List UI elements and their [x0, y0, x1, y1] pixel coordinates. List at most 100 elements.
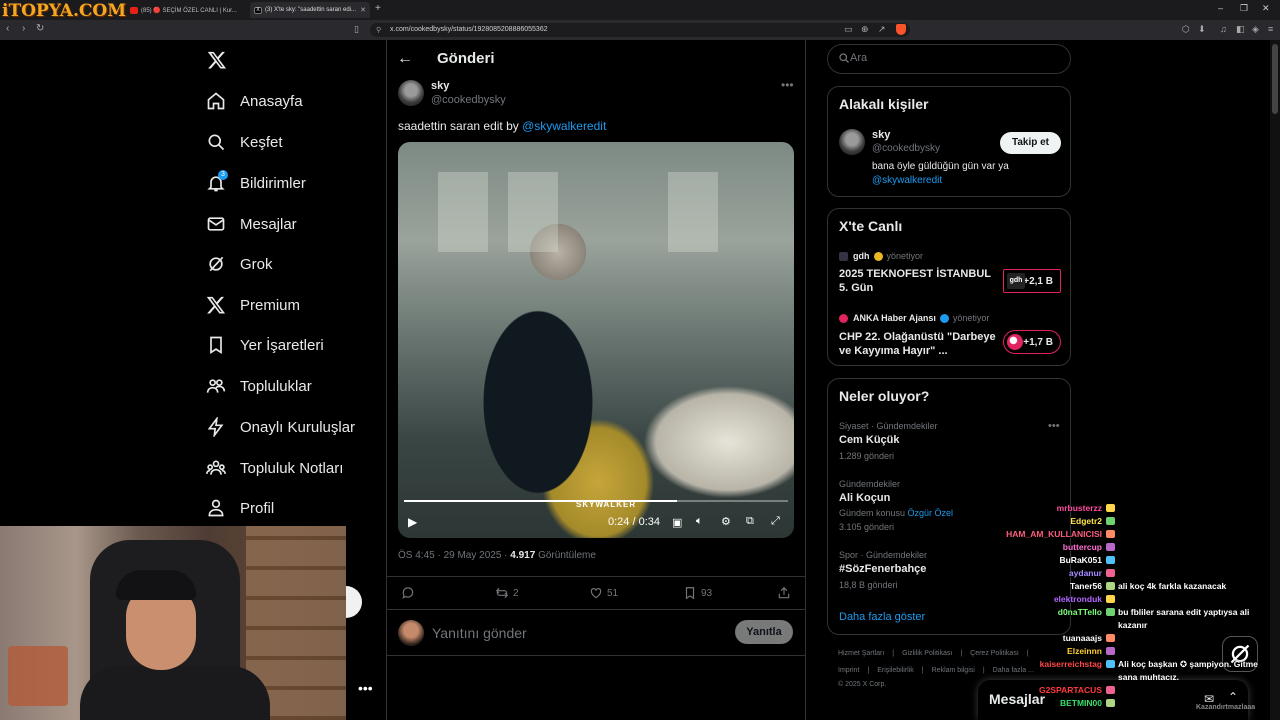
back-arrow-icon[interactable]: ← — [397, 50, 413, 68]
trend-name[interactable]: Cem Küçük — [839, 434, 900, 446]
nav-explore[interactable]: Keşfet — [206, 127, 283, 157]
nav-premium[interactable]: Premium — [206, 290, 300, 320]
brave-shield-icon[interactable] — [896, 24, 906, 35]
related-name[interactable]: sky — [872, 129, 890, 141]
related-handle[interactable]: @cookedbysky — [872, 143, 940, 154]
share-action[interactable] — [777, 586, 795, 600]
search-input[interactable] — [850, 52, 1050, 64]
browser-tab-x[interactable]: X (3) X'te sky: "saadettin saran edi... … — [250, 2, 370, 18]
close-window-icon[interactable]: ✕ — [1262, 3, 1270, 14]
related-avatar[interactable] — [839, 129, 865, 155]
nav-profile[interactable]: Profil — [206, 493, 274, 523]
author-name[interactable]: sky — [431, 80, 449, 92]
bookmark-page-icon[interactable]: ▯ — [354, 24, 359, 35]
live-listeners-pill[interactable]: gdh +2,1 B — [1003, 269, 1061, 293]
nav-grok[interactable]: Grok — [206, 249, 273, 279]
site-info-icon[interactable]: ⚲ — [376, 26, 381, 34]
author-avatar[interactable] — [398, 80, 424, 106]
nav-label: Onaylı Kuruluşlar — [240, 418, 356, 436]
play-icon[interactable]: ▶ — [408, 515, 417, 529]
footer-link[interactable]: Gizlilik Politikası — [902, 650, 952, 657]
live-title[interactable]: CHP 22. Olağanüstü "Darbeye ve Kayyıma H… — [839, 330, 999, 358]
volume-icon[interactable]: 🔈︎ — [696, 515, 703, 528]
chat-message: BuRaK051 — [990, 554, 1260, 567]
sidebar-toggle-icon[interactable]: ◧ — [1236, 24, 1245, 35]
mention-link[interactable]: @skywalkeredit — [522, 119, 606, 133]
more-menu-tab[interactable] — [346, 586, 362, 618]
card-title: Alakalı kişiler — [839, 96, 929, 112]
more-options-icon[interactable]: ••• — [358, 680, 373, 696]
live-card: X'te Canlı gdh yönetiyor 2025 TEKNOFEST … — [827, 208, 1071, 366]
wallet-icon[interactable]: ◈ — [1252, 24, 1259, 35]
streamer-webcam — [0, 526, 346, 720]
close-tab-icon[interactable]: ✕ — [237, 6, 242, 14]
reply-action[interactable] — [401, 586, 419, 600]
reload-icon[interactable]: ↻ — [36, 23, 44, 34]
show-more-link[interactable]: Daha fazla göster — [839, 611, 925, 623]
nav-label: Topluluk Notları — [240, 459, 344, 477]
new-tab-button[interactable]: + — [375, 3, 381, 14]
media-icon[interactable]: ♫ — [1220, 24, 1227, 34]
zoom-icon[interactable]: ⊕ — [861, 24, 869, 35]
live-title[interactable]: 2025 TEKNOFEST İSTANBUL 5. Gün — [839, 267, 999, 295]
live-host[interactable]: gdh yönetiyor — [839, 251, 923, 261]
chat-username: Edgetr2 — [1070, 516, 1102, 526]
extensions-icon[interactable]: ⬡ — [1182, 24, 1190, 35]
trend-name[interactable]: #SözFenerbahçe — [839, 563, 926, 575]
post-more-icon[interactable]: ••• — [781, 78, 794, 92]
minimize-icon[interactable]: – — [1218, 3, 1223, 13]
streamer-cap — [116, 570, 196, 600]
search-box[interactable] — [827, 44, 1071, 74]
nav-bookmarks[interactable]: Yer İşaretleri — [206, 330, 324, 360]
fullscreen-icon[interactable]: ⤢ — [771, 515, 780, 528]
repost-action[interactable]: 2 — [495, 586, 519, 600]
picture-in-picture-icon[interactable]: ⧉ — [746, 515, 754, 528]
bookmark-action[interactable]: 93 — [683, 586, 712, 600]
nav-community-notes[interactable]: Topluluk Notları — [206, 453, 343, 483]
menu-icon[interactable]: ≡ — [1268, 24, 1273, 34]
trend-context-link[interactable]: Özgür Özel — [908, 508, 954, 518]
reply-button[interactable]: Yanıtla — [735, 620, 793, 644]
scrollbar-thumb[interactable] — [1272, 44, 1278, 114]
video-player[interactable]: SKYWALKER ▶ 0:24 / 0:34 ▣ 🔈︎ ⚙ ⧉ ⤢ — [398, 142, 794, 538]
nav-communities[interactable]: Topluluklar — [206, 371, 312, 401]
anka-icon — [839, 313, 848, 323]
footer-link[interactable]: Hizmet Şartları — [838, 650, 884, 657]
chat-username: BuRaK051 — [1059, 555, 1102, 565]
page-scrollbar[interactable] — [1270, 40, 1280, 720]
nav-home[interactable]: Anasayfa — [206, 86, 303, 116]
nav-messages[interactable]: Mesajlar — [206, 209, 297, 239]
bio-mention-link[interactable]: @skywalkeredit — [872, 175, 942, 186]
footer-link[interactable]: Erişilebilirlik — [877, 667, 914, 674]
forward-nav-icon[interactable]: › — [22, 23, 25, 34]
restore-icon[interactable]: ❐ — [1240, 3, 1248, 14]
author-handle[interactable]: @cookedbysky — [431, 94, 506, 106]
browser-tab-youtube[interactable]: (85) 🔴 SEÇİM ÖZEL CANLI | Kur... ✕ — [126, 2, 242, 18]
chat-message: d0naTTello bu fbliler sarana edit yaptıys… — [990, 606, 1260, 632]
follow-button[interactable]: Takip et — [1000, 132, 1061, 154]
video-progress-bar[interactable] — [404, 500, 788, 502]
nav-notifications[interactable]: 3 Bildirimler — [206, 168, 306, 198]
like-action[interactable]: 51 — [589, 586, 618, 600]
captions-icon[interactable]: ▣ — [672, 516, 682, 529]
share-icon[interactable]: ↗ — [878, 24, 886, 35]
trend-more-icon[interactable]: ••• — [1048, 420, 1060, 432]
live-listeners-pill[interactable]: +1,7 B — [1003, 330, 1061, 354]
chat-username: G2SPARTACUS — [1039, 685, 1102, 695]
footer-link[interactable]: Imprint — [838, 667, 859, 674]
close-tab-icon[interactable]: ✕ — [356, 6, 366, 14]
reply-input[interactable]: Yanıtını gönder — [432, 625, 527, 641]
downloads-icon[interactable]: ⬇ — [1198, 24, 1206, 35]
settings-gear-icon[interactable]: ⚙ — [721, 515, 731, 528]
footer-link[interactable]: Reklam bilgisi — [932, 667, 975, 674]
x-logo-icon[interactable] — [206, 50, 228, 70]
trend-name[interactable]: Ali Koçun — [839, 492, 890, 504]
back-nav-icon[interactable]: ‹ — [6, 23, 9, 34]
host-role: yönetiyor — [886, 251, 924, 261]
nav-verified-orgs[interactable]: Onaylı Kuruluşlar — [206, 412, 355, 442]
post-timestamp[interactable]: ÖS 4:45 · 29 May 2025 · — [398, 550, 510, 561]
live-host[interactable]: ANKA Haber Ajansı yönetiyor — [839, 313, 989, 323]
url-field[interactable]: ⚲ x.com/cookedbysky/status/1928085208886… — [370, 23, 910, 37]
nav-label: Keşfet — [240, 133, 283, 151]
cast-icon[interactable]: ▭ — [844, 24, 853, 35]
